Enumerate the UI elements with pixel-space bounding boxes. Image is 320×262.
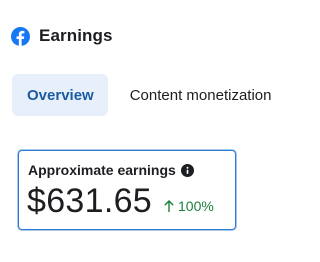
tab-overview[interactable]: Overview xyxy=(12,74,108,116)
arrow-up-icon xyxy=(164,200,174,212)
trend-percentage: 100% xyxy=(178,198,214,214)
page-title: Earnings xyxy=(39,26,113,45)
trend-indicator: 100% xyxy=(164,198,214,214)
earnings-value-row: $631.65 100% xyxy=(27,182,214,221)
card-label: Approximate earnings xyxy=(28,162,176,178)
facebook-icon xyxy=(11,26,30,46)
info-icon[interactable] xyxy=(180,163,194,177)
approximate-earnings-card[interactable]: Approximate earnings $631.65 100% xyxy=(18,150,236,230)
tab-content-monetization[interactable]: Content monetization xyxy=(108,74,272,116)
tab-bar: Overview Content monetization xyxy=(12,74,271,116)
page-header: Earnings xyxy=(11,26,113,46)
earnings-amount: $631.65 xyxy=(27,182,153,220)
card-label-row: Approximate earnings xyxy=(28,162,194,178)
